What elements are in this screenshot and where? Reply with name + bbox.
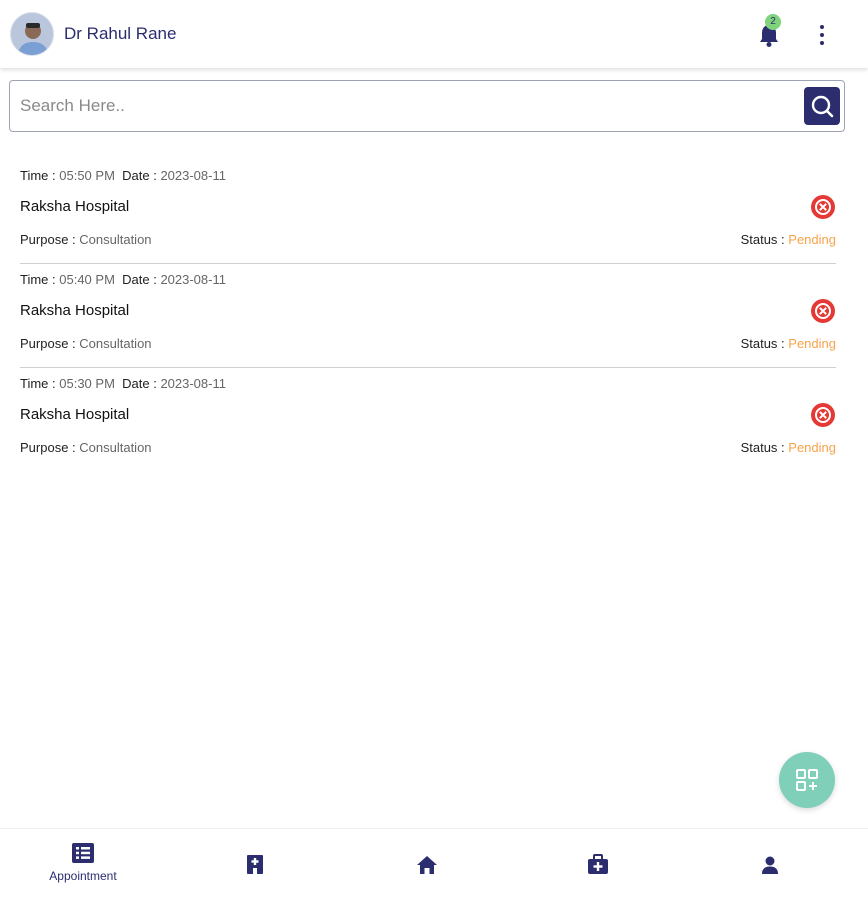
scan-fab-button[interactable] — [779, 752, 835, 808]
appointment-status: Status : Pending — [740, 232, 836, 247]
search-icon — [811, 95, 834, 118]
status-badge: Pending — [788, 232, 836, 247]
nav-item-home[interactable] — [367, 829, 487, 900]
status-badge: Pending — [788, 440, 836, 455]
avatar[interactable] — [10, 12, 54, 56]
nav-label-appointment: Appointment — [49, 869, 117, 883]
qr-add-icon — [796, 769, 818, 791]
hospital-name: Raksha Hospital — [20, 406, 130, 423]
nav-item-hospital[interactable] — [195, 829, 315, 900]
status-badge: Pending — [788, 336, 836, 351]
nav-item-profile[interactable] — [710, 829, 830, 900]
app-bar: Dr Rahul Rane 2 — [0, 0, 868, 68]
user-name: Dr Rahul Rane — [64, 24, 177, 43]
appointment-status: Status : Pending — [740, 440, 836, 455]
cancel-appointment-icon[interactable] — [810, 402, 836, 428]
bottom-navigation: Appointment — [0, 828, 868, 900]
appointment-status: Status : Pending — [740, 336, 836, 351]
appointment-datetime: Time : 05:30 PM Date : 2023-08-11 — [20, 376, 226, 391]
appointment-datetime: Time : 05:40 PM Date : 2023-08-11 — [20, 272, 226, 287]
appointment-list: Time : 05:50 PM Date : 2023-08-11 Raksha… — [20, 160, 836, 472]
cancel-appointment-icon[interactable] — [810, 298, 836, 324]
appointment-item[interactable]: Time : 05:50 PM Date : 2023-08-11 Raksha… — [20, 160, 836, 264]
appointment-purpose: Purpose : Consultation — [20, 440, 152, 455]
hospital-icon — [247, 855, 263, 874]
appointment-purpose: Purpose : Consultation — [20, 336, 152, 351]
more-menu-icon[interactable] — [810, 20, 834, 50]
appointment-item[interactable]: Time : 05:30 PM Date : 2023-08-11 Raksha… — [20, 368, 836, 472]
cancel-appointment-icon[interactable] — [810, 194, 836, 220]
search-button[interactable] — [804, 87, 840, 125]
hospital-name: Raksha Hospital — [20, 302, 130, 319]
appointment-purpose: Purpose : Consultation — [20, 232, 152, 247]
avatar-image — [11, 13, 53, 55]
appointment-item[interactable]: Time : 05:40 PM Date : 2023-08-11 Raksha… — [20, 264, 836, 368]
medical-kit-icon — [588, 854, 608, 874]
nav-item-appointment[interactable]: Appointment — [23, 829, 143, 900]
appointment-list-icon — [72, 843, 94, 863]
search-input[interactable] — [20, 91, 790, 121]
nav-item-medical[interactable] — [538, 829, 658, 900]
appointment-datetime: Time : 05:50 PM Date : 2023-08-11 — [20, 168, 226, 183]
profile-icon — [762, 856, 778, 874]
hospital-name: Raksha Hospital — [20, 198, 130, 215]
search-bar — [9, 80, 845, 132]
home-icon — [417, 856, 437, 874]
notification-badge: 2 — [765, 14, 781, 30]
